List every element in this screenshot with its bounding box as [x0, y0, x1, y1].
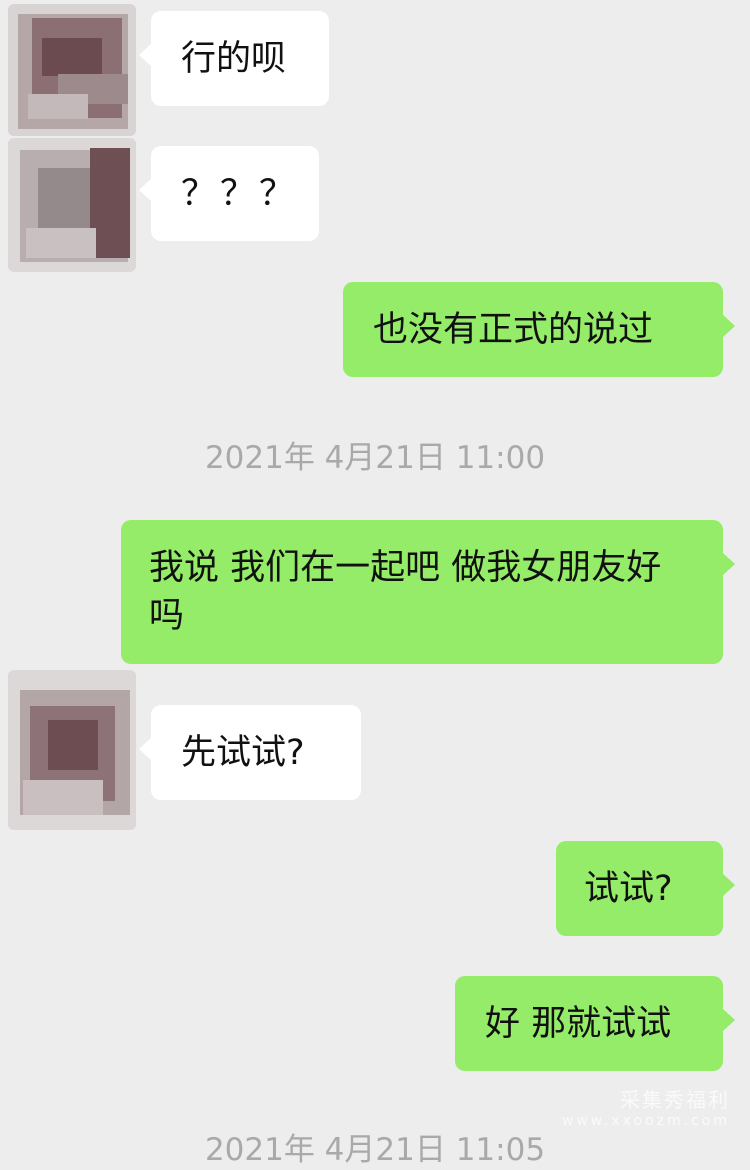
message-bubble-outgoing[interactable]: 好 那就试试: [455, 976, 735, 1071]
message-bubble-outgoing[interactable]: 试试?: [556, 841, 735, 936]
message-bubble-outgoing[interactable]: 我说 我们在一起吧 做我女朋友好吗: [121, 520, 735, 664]
message-text: 我说 我们在一起吧 做我女朋友好吗: [149, 548, 662, 636]
contact-avatar[interactable]: [8, 670, 136, 830]
message-bubble-incoming[interactable]: 先试试?: [139, 705, 361, 800]
contact-avatar[interactable]: [8, 4, 136, 136]
message-text: 先试试?: [181, 733, 305, 773]
chat-timestamp: 2021年 4月21日 11:05: [204, 1132, 546, 1168]
watermark-title: 采集秀福利: [620, 1088, 730, 1112]
message-text: 好 那就试试: [485, 1004, 672, 1044]
chat-timestamp: 2021年 4月21日 11:00: [204, 440, 546, 476]
message-text: 行的呗: [181, 39, 287, 79]
message-text: 也没有正式的说过: [373, 310, 654, 350]
watermark-url: www.xxoozm.com: [561, 1113, 730, 1129]
message-text: ？？？: [181, 174, 299, 214]
message-bubble-incoming[interactable]: 行的呗: [139, 11, 329, 106]
contact-avatar[interactable]: [8, 138, 136, 272]
message-text: 试试?: [584, 869, 673, 909]
message-bubble-outgoing[interactable]: 也没有正式的说过: [343, 282, 735, 377]
watermark: 采集秀福利 www.xxoozm.com: [562, 1084, 730, 1129]
message-bubble-incoming[interactable]: ？？？: [139, 146, 319, 241]
